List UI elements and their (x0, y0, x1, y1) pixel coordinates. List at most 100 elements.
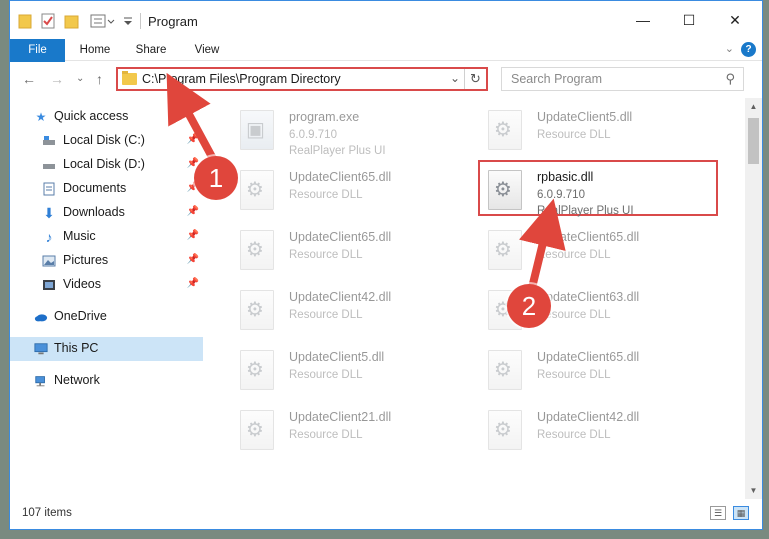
file-name: UpdateClient5.dll (537, 110, 633, 124)
sidebar-item-music[interactable]: ♪ Music 📌 (10, 225, 203, 249)
file-list: ▣ program.exe 6.0.9.710 RealPlayer Plus U… (220, 98, 738, 499)
file-meta: Resource DLL (537, 247, 611, 263)
sidebar-item-documents[interactable]: Documents 📌 (10, 177, 203, 201)
up-arrow-icon[interactable]: ↑ (96, 71, 103, 87)
file-name: UpdateClient65.dll (537, 350, 640, 364)
dll-file-icon: ⚙ (488, 170, 522, 210)
tab-home[interactable]: Home (72, 39, 118, 61)
gear-icon: ⚙ (494, 119, 512, 141)
dll-file-icon: ⚙ (488, 410, 522, 450)
sidebar-item-local-disk-d[interactable]: Local Disk (D:) 📌 (10, 153, 203, 177)
customize-toolbar-icon[interactable] (122, 13, 134, 29)
pin-icon[interactable]: 📌 (187, 254, 199, 265)
tab-share[interactable]: Share (128, 39, 174, 61)
recent-locations-chevron-icon[interactable]: ⌄ (76, 73, 84, 84)
sidebar-item-this-pc[interactable]: This PC (10, 337, 203, 361)
download-icon: ⬇ (43, 204, 55, 221)
view-options-icon[interactable] (90, 13, 116, 29)
star-icon: ★ (35, 110, 47, 124)
dll-file-icon: ⚙ (240, 350, 274, 390)
file-item[interactable]: ⚙ UpdateClient65.dll Resource DLL (480, 222, 720, 278)
file-item[interactable]: ⚙ UpdateClient65.dll Resource DLL (232, 162, 472, 218)
scroll-up-icon[interactable]: ▲ (745, 98, 762, 115)
file-item[interactable]: ▣ program.exe 6.0.9.710 RealPlayer Plus U… (232, 102, 472, 158)
file-item-rpbasic-dll[interactable]: ⚙ rpbasic.dll 6.0.9.710 RealPlayer Plus U… (478, 160, 718, 217)
details-view-icon[interactable]: ☰ (710, 506, 726, 520)
file-item[interactable]: ⚙ UpdateClient42.dll Resource DLL (232, 282, 472, 338)
step-1-badge: 1 (194, 156, 238, 200)
dll-file-icon: ⚙ (240, 230, 274, 270)
properties-icon[interactable] (40, 13, 56, 29)
search-box[interactable]: Search Program ⚲ (501, 67, 744, 91)
file-name: UpdateClient65.dll (537, 230, 640, 244)
file-item[interactable]: ⚙ UpdateClient65.dll Resource DLL (480, 342, 720, 398)
folder-icon (18, 13, 32, 29)
search-icon[interactable]: ⚲ (725, 71, 735, 87)
file-version: 6.0.9.710 (537, 189, 585, 201)
vertical-scrollbar[interactable]: ▲ ▼ (745, 98, 762, 499)
tab-view[interactable]: View (184, 39, 230, 61)
back-arrow-icon[interactable]: ← (22, 71, 36, 87)
file-name: UpdateClient42.dll (537, 410, 640, 424)
pin-icon[interactable]: 📌 (187, 278, 199, 289)
chevron-down-icon[interactable]: ⌄ (450, 71, 460, 85)
sidebar-item-downloads[interactable]: ⬇ Downloads 📌 (10, 201, 203, 225)
sidebar-item-label: Videos (63, 277, 101, 291)
sidebar-item-videos[interactable]: Videos 📌 (10, 273, 203, 297)
dll-file-icon: ⚙ (488, 350, 522, 390)
pin-icon[interactable]: 📌 (187, 230, 199, 241)
search-input[interactable]: Search Program (511, 72, 602, 86)
gear-icon: ⚙ (246, 299, 264, 321)
pin-icon[interactable]: 📌 (187, 134, 199, 145)
file-item[interactable]: ⚙ UpdateClient21.dll Resource DLL (232, 402, 472, 458)
file-name: program.exe (289, 110, 360, 124)
window-title: Program (148, 14, 198, 29)
refresh-icon[interactable]: ↻ (464, 69, 486, 89)
close-button[interactable]: ✕ (712, 5, 758, 35)
file-item[interactable]: ⚙ UpdateClient42.dll Resource DLL (480, 402, 720, 458)
sidebar-item-label: Documents (63, 181, 127, 195)
gear-icon: ⚙ (246, 359, 264, 381)
new-folder-icon[interactable] (64, 13, 80, 29)
file-description: RealPlayer Plus UI (289, 145, 386, 157)
file-item[interactable]: ⚙ UpdateClient5.dll Resource DLL (232, 342, 472, 398)
file-meta: Resource DLL (537, 127, 611, 143)
sidebar-item-label: Quick access (54, 109, 129, 123)
videos-icon (42, 278, 56, 292)
sidebar-item-quick-access[interactable]: ★ Quick access (10, 105, 203, 129)
gear-icon: ⚙ (494, 239, 512, 261)
dll-file-icon: ⚙ (240, 290, 274, 330)
tiles-view-icon[interactable]: ▦ (733, 506, 749, 520)
address-path[interactable]: C:\Program Files\Program Directory (142, 72, 341, 86)
minimize-button[interactable]: — (620, 5, 666, 35)
sidebar-item-network[interactable]: Network (10, 369, 203, 393)
file-meta: Resource DLL (289, 307, 363, 323)
maximize-button[interactable]: ☐ (666, 5, 712, 35)
file-version: 6.0.9.710 (289, 129, 337, 141)
dll-file-icon: ⚙ (488, 230, 522, 270)
scrollbar-thumb[interactable] (748, 118, 759, 164)
file-description: Resource DLL (537, 369, 611, 381)
sidebar-item-onedrive[interactable]: OneDrive (10, 305, 203, 329)
sidebar-item-label: Local Disk (D:) (63, 157, 145, 171)
sidebar-item-pictures[interactable]: Pictures 📌 (10, 249, 203, 273)
sidebar-item-label: Pictures (63, 253, 109, 267)
navigation-pane: ★ Quick access Local Disk (C:) 📌 Local D… (10, 98, 206, 499)
forward-arrow-icon[interactable]: → (50, 71, 64, 87)
file-name: UpdateClient63.dll (537, 290, 640, 304)
title-bar: Program — ☐ ✕ (10, 1, 762, 39)
file-name: rpbasic.dll (537, 170, 594, 184)
item-count: 107 items (22, 507, 72, 519)
pin-icon[interactable]: 📌 (187, 206, 199, 217)
sidebar-item-local-disk-c[interactable]: Local Disk (C:) 📌 (10, 129, 203, 153)
drive-icon (42, 158, 56, 172)
pictures-icon (42, 254, 56, 268)
file-item[interactable]: ⚙ UpdateClient5.dll Resource DLL (480, 102, 720, 158)
address-bar[interactable]: C:\Program Files\Program Directory ⌄ ↻ (116, 67, 488, 91)
chevron-down-icon[interactable]: ⌄ (725, 42, 734, 55)
music-icon: ♪ (45, 229, 53, 245)
file-name: UpdateClient42.dll (289, 290, 392, 304)
scroll-down-icon[interactable]: ▼ (745, 482, 762, 499)
file-item[interactable]: ⚙ UpdateClient65.dll Resource DLL (232, 222, 472, 278)
help-icon[interactable]: ? (741, 42, 756, 57)
